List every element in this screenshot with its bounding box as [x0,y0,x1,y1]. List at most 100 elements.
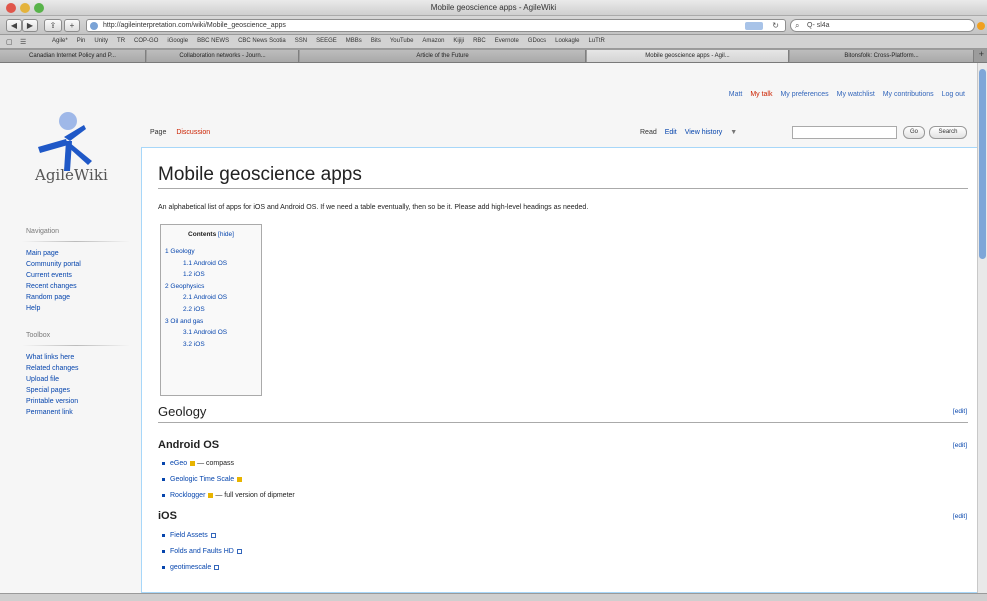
reading-list-icon[interactable]: ▢ [6,38,13,46]
toc-heading: Contents [188,231,217,238]
back-button[interactable]: ◀ [6,19,22,32]
sidebar: Navigation Main page Community portal Cu… [0,228,140,418]
contributions-link[interactable]: My contributions [883,91,934,98]
sidebar-item-community-portal[interactable]: Community portal [26,259,140,270]
bookmark-item[interactable]: Pin [77,38,86,44]
my-talk-link[interactable]: My talk [750,91,772,98]
bookmark-item[interactable]: CBC News Scotia [238,38,286,44]
toc-item[interactable]: 2.1 Android OS [165,292,257,304]
browser-tab[interactable]: Canadian Internet Policy and P... [0,50,146,62]
bookmark-item[interactable]: Kijiji [453,38,464,44]
tab-discussion[interactable]: Discussion [172,125,214,140]
bookmark-item[interactable]: YouTube [390,38,414,44]
logout-link[interactable]: Log out [942,91,965,98]
bookmark-item[interactable]: TR [117,38,125,44]
app-link[interactable]: Folds and Faults HD [170,548,234,555]
new-tab-icon[interactable]: + [979,49,984,59]
watchlist-link[interactable]: My watchlist [837,91,875,98]
bookmark-item[interactable]: SSN [295,38,307,44]
toc-item[interactable]: 1.1 Android OS [165,258,257,270]
go-button[interactable]: Go [903,126,925,139]
bookmark-item[interactable]: Bits [371,38,381,44]
bookmark-item[interactable]: MBBs [346,38,362,44]
edit-section-link[interactable]: [edit] [953,408,967,415]
toc-item[interactable]: 3.2 iOS [165,339,257,351]
toc-hide-link[interactable]: [hide] [218,231,234,238]
vertical-scrollbar[interactable] [977,63,987,593]
browser-tab[interactable]: Bitonsfolk: Cross-Platform... [790,50,974,62]
bookmark-item[interactable]: Agile* [52,38,68,44]
sidebar-item-current-events[interactable]: Current events [26,270,140,281]
address-bar[interactable]: http://agileinterpretation.com/wiki/Mobi… [86,19,786,32]
namespace-tabs: Page Discussion [146,125,214,145]
app-link[interactable]: Rocklogger [170,492,205,499]
page-title: Mobile geoscience apps [158,164,362,185]
bookmark-item[interactable]: Evernote [495,38,519,44]
toc-title: Contents [hide] [165,231,257,238]
external-link-icon [214,564,220,570]
sidebar-item-special-pages[interactable]: Special pages [26,385,140,396]
bookmark-item[interactable]: Amazon [422,38,444,44]
app-link[interactable]: geotimescale [170,564,211,571]
sidebar-item-recent-changes[interactable]: Recent changes [26,281,140,292]
list-item: eGeo — compass [162,460,234,467]
browser-tab-active[interactable]: Mobile geoscience apps - Agil... [587,50,789,62]
bookmark-item[interactable]: Lookagle [555,38,579,44]
bookmark-item[interactable]: GDocs [528,38,546,44]
toc-item[interactable]: 2.2 iOS [165,304,257,316]
bookmark-item[interactable]: Unity [94,38,108,44]
sidebar-item-main-page[interactable]: Main page [26,248,140,259]
user-link[interactable]: Matt [729,91,743,98]
tab-page[interactable]: Page [146,125,170,140]
app-link[interactable]: Field Assets [170,532,208,539]
bullet-icon [162,533,165,537]
wiki-search-input[interactable] [792,126,897,139]
more-actions-icon[interactable]: ▼ [730,129,737,136]
sidebar-item-upload-file[interactable]: Upload file [26,374,140,385]
search-button[interactable]: Search [929,126,967,139]
sidebar-item-random-page[interactable]: Random page [26,292,140,303]
toc-item[interactable]: 1.2 iOS [165,269,257,281]
bookmark-item[interactable]: LuTtR [588,38,604,44]
reload-icon[interactable]: ↻ [772,20,779,31]
bookmark-item[interactable]: RBC [473,38,486,44]
toc-item[interactable]: 3 Oil and gas [165,316,257,328]
toc-item[interactable]: 3.1 Android OS [165,327,257,339]
sidebar-item-help[interactable]: Help [26,303,140,314]
sidebar-item-related-changes[interactable]: Related changes [26,363,140,374]
browser-search-field[interactable]: ⌕ Q- sl4a [790,19,975,32]
edit-section-link[interactable]: [edit] [953,513,967,520]
browser-tab[interactable]: Collaboration networks - Journ... [147,50,299,62]
divider [22,241,130,242]
activity-icon[interactable] [977,22,985,30]
edit-section-link[interactable]: [edit] [953,442,967,449]
preferences-link[interactable]: My preferences [780,91,828,98]
app-link[interactable]: eGeo [170,460,187,467]
bookmark-item[interactable]: iGoogle [167,38,188,44]
bullet-icon [162,493,165,497]
bookmark-item[interactable]: COP-GO [134,38,158,44]
browser-tab[interactable]: Article of the Future [300,50,586,62]
bullet-icon [162,477,165,481]
bookmark-item[interactable]: SEEGE [316,38,337,44]
bookmark-item[interactable]: BBC NEWS [197,38,229,44]
tab-view-history[interactable]: View history [685,129,723,136]
forward-button[interactable]: ▶ [22,19,38,32]
toc-item[interactable]: 2 Geophysics [165,281,257,293]
sidebar-item-permanent-link[interactable]: Permanent link [26,407,140,418]
tab-edit[interactable]: Edit [665,129,677,136]
scrollbar-thumb[interactable] [979,69,986,259]
app-link[interactable]: Geologic Time Scale [170,476,234,483]
tab-read[interactable]: Read [640,129,657,136]
section-heading-ios: iOS [158,510,177,522]
bookmarks-grid-icon[interactable]: ☰ [20,38,26,46]
agilewiki-logo[interactable] [26,101,116,211]
rss-icon[interactable] [745,22,763,30]
bookmarks-bar: ▢ ☰ Agile* Pin Unity TR COP-GO iGoogle BBC NEW… [0,35,987,49]
share-icon[interactable]: ⇪ [44,19,62,32]
toc-item[interactable]: 1 Geology [165,246,257,258]
add-bookmark-button[interactable]: + [64,19,80,32]
sidebar-item-printable-version[interactable]: Printable version [26,396,140,407]
sidebar-item-what-links-here[interactable]: What links here [26,352,140,363]
window-titlebar: Mobile geoscience apps - AgileWiki [0,0,987,16]
